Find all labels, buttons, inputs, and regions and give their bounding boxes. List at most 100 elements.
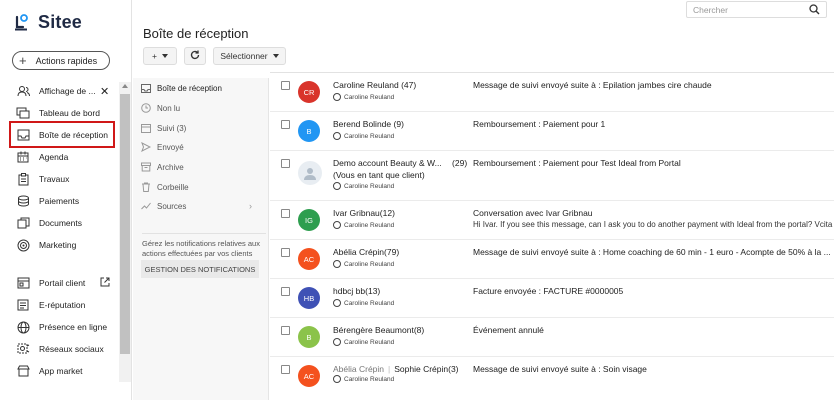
folder-sent[interactable]: Envoyé xyxy=(141,139,184,155)
folder-label: Envoyé xyxy=(157,142,184,152)
active-item-highlight xyxy=(9,121,115,148)
quick-actions-label: Actions rapides xyxy=(35,55,98,66)
sidebar-item-marketing[interactable]: Marketing xyxy=(0,235,118,255)
message-row[interactable]: Demo account Beauty & W... (29) (Vous en… xyxy=(270,151,834,201)
sender-name: Abélia Crépin(79) xyxy=(333,247,399,257)
sidebar-item-label: Réseaux sociaux xyxy=(39,344,104,354)
chevron-down-icon xyxy=(161,54,168,58)
sender-label: Caroline Reuland xyxy=(333,80,399,90)
sidebar-item-dashboard[interactable]: Tableau de bord xyxy=(0,103,118,123)
avatar xyxy=(298,161,322,185)
sender-name: Caroline Reuland (47) xyxy=(333,80,416,90)
folder-archive[interactable]: Archive xyxy=(141,159,184,175)
sidebar-item-agenda[interactable]: Agenda xyxy=(0,147,118,167)
refresh-icon xyxy=(190,50,200,62)
inbox-icon xyxy=(141,83,151,93)
assignee-name: Caroline Reuland xyxy=(344,375,395,383)
row-checkbox[interactable] xyxy=(281,209,290,218)
quick-actions-button[interactable]: + Actions rapides xyxy=(12,51,110,70)
message-count: (12) xyxy=(379,208,395,218)
message-row[interactable]: HB hdbcj bb(13) Caroline Reuland Facture… xyxy=(270,279,834,318)
message-count: (79) xyxy=(384,247,400,257)
globe-icon xyxy=(16,320,30,334)
message-row[interactable]: AC Abélia Crépin | Sophie Crépin(3) Caroli… xyxy=(270,357,834,400)
message-row[interactable]: B Bérengère Beaumont(8) Caroline Reuland… xyxy=(270,318,834,357)
folder-inbox[interactable]: Boîte de réception xyxy=(141,80,222,96)
folder-followup[interactable]: Suivi (3) xyxy=(141,120,186,136)
sidebar-item-label: E-réputation xyxy=(39,300,86,310)
sender-label: Abélia Crépin xyxy=(333,247,385,257)
scrollbar-thumb[interactable] xyxy=(120,94,130,354)
sidebar-item-documents[interactable]: Documents xyxy=(0,213,118,233)
message-row[interactable]: IG Ivar Gribnau(12) Caroline Reuland Con… xyxy=(270,201,834,240)
row-checkbox[interactable] xyxy=(281,81,290,90)
assignee: Caroline Reuland xyxy=(333,221,394,229)
folder-trash[interactable]: Corbeille xyxy=(141,179,189,195)
logo-icon xyxy=(14,13,34,33)
user-icon xyxy=(333,260,341,268)
assignee-name: Caroline Reuland xyxy=(344,299,395,307)
message-row[interactable]: CR Caroline Reuland (47) Caroline Reulan… xyxy=(270,73,834,112)
reputation-icon xyxy=(16,298,30,312)
manage-notifications-button[interactable]: GESTION DES NOTIFICATIONS xyxy=(141,260,259,278)
assignee-name: Caroline Reuland xyxy=(344,93,395,101)
message-subject: Événement annulé xyxy=(473,325,544,335)
message-subject: Remboursement : Paiement pour Test Ideal… xyxy=(473,158,681,168)
message-row[interactable]: AC Abélia Crépin(79) Caroline Reuland Me… xyxy=(270,240,834,279)
sources-icon xyxy=(141,201,151,211)
sidebar-item-app-market[interactable]: App market xyxy=(0,361,118,381)
message-subject: Remboursement : Paiement pour 1 xyxy=(473,119,606,129)
search-icon[interactable] xyxy=(809,2,820,20)
assignee: Caroline Reuland xyxy=(333,182,394,190)
sidebar-item-portail[interactable]: Portail client xyxy=(0,273,118,293)
sender-label: Sophie Crépin xyxy=(394,364,449,374)
sidebar-item-travaux[interactable]: Travaux xyxy=(0,169,118,189)
row-checkbox[interactable] xyxy=(281,365,290,374)
assignee-name: Caroline Reuland xyxy=(344,182,395,190)
refresh-button[interactable] xyxy=(184,47,206,65)
chevron-down-icon xyxy=(272,54,279,58)
folder-unread[interactable]: Non lu xyxy=(141,100,180,116)
sender-name: Demo account Beauty & W... (29) xyxy=(333,158,467,168)
avatar: B xyxy=(298,326,320,348)
new-message-button[interactable]: + xyxy=(143,47,177,65)
coins-icon xyxy=(16,194,30,208)
sidebar-item-label: Portail client xyxy=(39,278,86,288)
folder-label: Corbeille xyxy=(157,182,189,192)
sender-name: Berend Bolinde (9) xyxy=(333,119,404,129)
separator: | xyxy=(388,364,391,374)
social-icon xyxy=(16,342,30,356)
message-subject: Conversation avec Ivar Gribnau xyxy=(473,208,593,218)
message-row[interactable]: B Berend Bolinde (9) Caroline Reuland Re… xyxy=(270,112,834,151)
sidebar-item-presence[interactable]: Présence en ligne xyxy=(0,317,118,337)
sender-subline: (Vous en tant que client) xyxy=(333,170,425,180)
folder-sources[interactable]: Sources › xyxy=(141,198,265,214)
close-icon[interactable]: ✕ xyxy=(100,85,109,98)
sidebar-item-reseaux[interactable]: Réseaux sociaux xyxy=(0,339,118,359)
sender-label: Berend Bolinde xyxy=(333,119,392,129)
row-checkbox[interactable] xyxy=(281,248,290,257)
sidebar-item-affichage[interactable]: Affichage de ... ✕ xyxy=(0,81,118,101)
sidebar-item-label: Travaux xyxy=(39,174,70,184)
sidebar-item-ereputation[interactable]: E-réputation xyxy=(0,295,118,315)
clock-icon xyxy=(141,103,151,113)
folder-label: Non lu xyxy=(157,103,181,113)
scroll-up-icon[interactable] xyxy=(122,84,128,88)
search-input[interactable]: Chercher xyxy=(686,1,827,18)
sidebar-item-paiements[interactable]: Paiements xyxy=(0,191,118,211)
assignee: Caroline Reuland xyxy=(333,93,394,101)
brand-logo[interactable]: Sitee xyxy=(14,12,82,33)
sidebar-item-label: Paiements xyxy=(39,196,80,206)
external-link-icon[interactable] xyxy=(100,277,110,289)
user-icon xyxy=(333,299,341,307)
select-button[interactable]: Sélectionner xyxy=(213,47,286,65)
row-checkbox[interactable] xyxy=(281,326,290,335)
sidebar-scrollbar[interactable] xyxy=(119,82,131,382)
row-checkbox[interactable] xyxy=(281,159,290,168)
message-count: (29) xyxy=(452,158,468,168)
message-subject: Message de suivi envoyé suite à : Home c… xyxy=(473,247,831,257)
row-checkbox[interactable] xyxy=(281,287,290,296)
row-checkbox[interactable] xyxy=(281,120,290,129)
sidebar-item-label: Présence en ligne xyxy=(39,322,108,332)
user-icon xyxy=(333,338,341,346)
